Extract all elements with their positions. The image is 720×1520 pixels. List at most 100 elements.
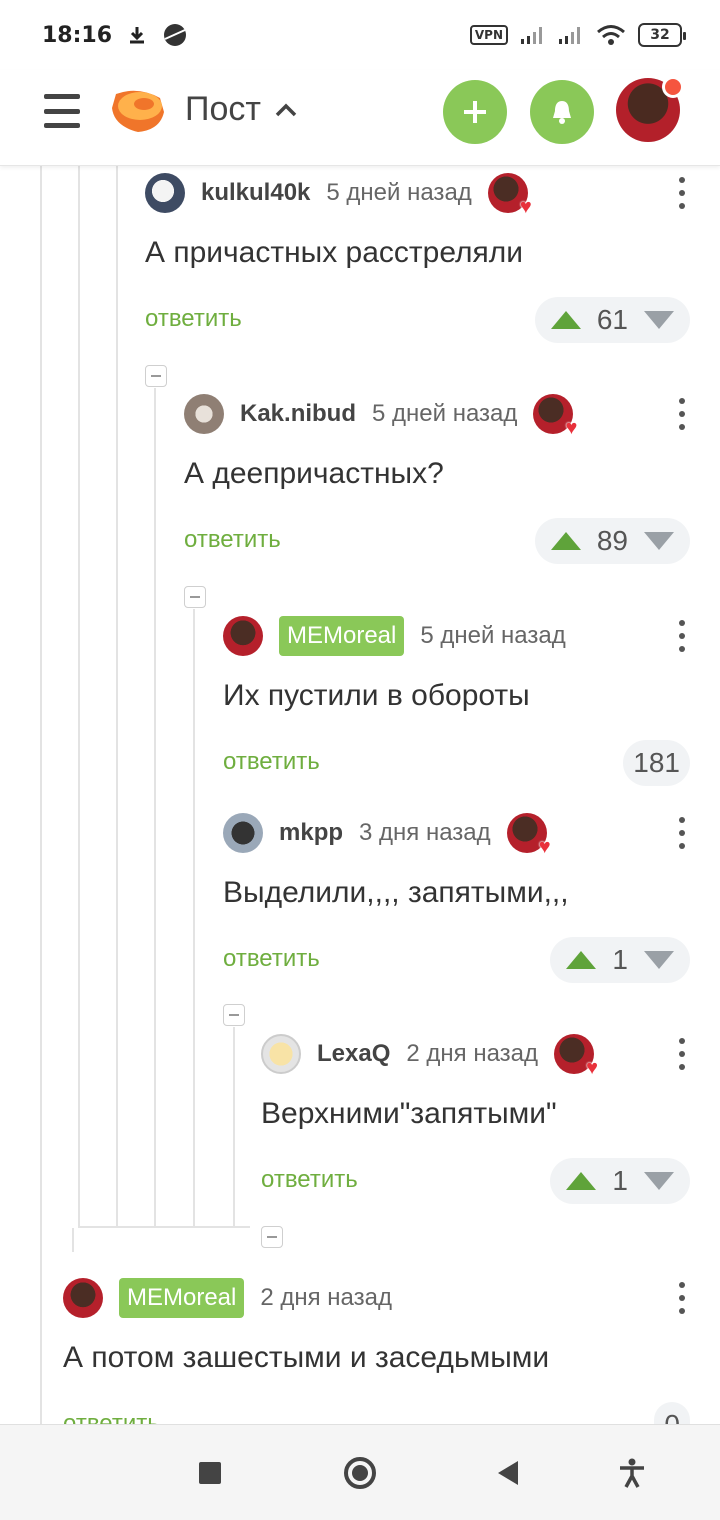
site-logo[interactable] <box>108 82 166 138</box>
reply-button[interactable]: ответить <box>184 526 281 554</box>
comment-header: MEMoreal 2 дня назад <box>63 1278 690 1318</box>
rating-count: 1 <box>612 944 628 975</box>
reply-button[interactable]: ответить <box>223 748 320 776</box>
upvote-icon[interactable] <box>566 1172 597 1190</box>
comment-header: MEMoreal 5 дней назад <box>223 616 690 656</box>
thread-line <box>193 609 195 1228</box>
rating-widget: 1 <box>550 1158 690 1204</box>
comment-author-badge[interactable]: MEMoreal <box>119 1278 245 1318</box>
rating-widget: 89 <box>534 518 690 564</box>
signal-icon <box>559 27 580 44</box>
comment-text: Верхними"запятыми" <box>261 1097 557 1130</box>
status-bar: 18:16 VPN 32 <box>0 0 720 70</box>
reply-button[interactable]: ответить <box>63 1410 160 1424</box>
comment-footer: ответить 1 <box>223 937 690 983</box>
more-options-icon[interactable] <box>674 173 690 213</box>
comment-time[interactable]: 5 дней назад <box>326 179 471 207</box>
thread-line <box>233 1027 235 1228</box>
comment-author[interactable]: Kak.nibud <box>240 400 356 428</box>
upvote-icon[interactable] <box>566 951 597 969</box>
title-toggle[interactable]: Пост <box>185 90 297 129</box>
system-nav-bar <box>0 1424 720 1520</box>
plus-icon <box>464 101 486 123</box>
download-icon <box>130 27 145 44</box>
accessibility-button[interactable] <box>612 1453 652 1493</box>
home-icon <box>344 1457 376 1489</box>
comment: mkpp 3 дня назад ♥ Выделили,,,, запятыми… <box>223 813 690 983</box>
comment-header: mkpp 3 дня назад ♥ <box>223 813 690 857</box>
back-button[interactable] <box>488 1453 528 1493</box>
notifications-button[interactable] <box>530 80 594 144</box>
more-options-icon[interactable] <box>674 1034 690 1074</box>
wifi-icon <box>597 25 625 45</box>
thread-line <box>78 1226 250 1228</box>
more-options-icon[interactable] <box>674 616 690 656</box>
signal-icon <box>521 27 542 44</box>
avatar[interactable] <box>184 394 224 434</box>
comment-time[interactable]: 5 дней назад <box>372 400 517 428</box>
comment-text: А деепричастных? <box>184 457 444 490</box>
more-options-icon[interactable] <box>674 813 690 853</box>
more-options-icon[interactable] <box>674 1278 690 1318</box>
comment-footer: ответить 181 <box>223 740 690 786</box>
hamburger-icon[interactable] <box>44 94 80 128</box>
collapse-thread-button[interactable] <box>223 1004 245 1026</box>
thread-line <box>72 1228 74 1252</box>
collapse-thread-button[interactable] <box>261 1226 283 1248</box>
comment-author[interactable]: kulkul40k <box>201 179 310 207</box>
comment-author-badge[interactable]: MEMoreal <box>279 616 405 656</box>
comment-header: LexaQ 2 дня назад ♥ <box>261 1034 690 1078</box>
back-icon <box>498 1461 518 1485</box>
comment-text: Выделили,,,, запятыми,,, <box>223 876 569 909</box>
avatar[interactable] <box>223 813 263 853</box>
comment-time[interactable]: 5 дней назад <box>420 622 565 650</box>
reply-button[interactable]: ответить <box>145 305 242 333</box>
thread-line <box>40 166 42 1424</box>
reply-button[interactable]: ответить <box>223 945 320 973</box>
planet-icon <box>164 24 187 46</box>
notification-dot <box>662 76 684 98</box>
comment-footer: ответить 0 <box>63 1402 690 1424</box>
comment-header: kulkul40k 5 дней назад ♥ <box>145 173 690 217</box>
vpn-indicator: VPN <box>469 25 508 45</box>
avatar[interactable] <box>63 1278 103 1318</box>
downvote-icon[interactable] <box>644 951 674 969</box>
user-avatar[interactable] <box>616 76 684 142</box>
heart-icon: ♥ <box>538 836 551 858</box>
home-button[interactable] <box>340 1453 380 1493</box>
collapse-thread-button[interactable] <box>145 365 167 387</box>
add-post-button[interactable] <box>443 80 507 144</box>
post-author-avatar: ♥ <box>554 1034 598 1078</box>
downvote-icon[interactable] <box>644 311 674 329</box>
more-options-icon[interactable] <box>674 394 690 434</box>
thread-line <box>154 388 156 1228</box>
rating-count: 0 <box>654 1402 690 1424</box>
avatar[interactable] <box>223 616 263 656</box>
avatar[interactable] <box>145 173 185 213</box>
comment-time[interactable]: 2 дня назад <box>260 1284 392 1312</box>
downvote-icon[interactable] <box>644 1172 674 1190</box>
post-author-avatar: ♥ <box>487 173 532 217</box>
comment-text: А потом зашестыми и заседьмыми <box>63 1341 550 1374</box>
downvote-icon[interactable] <box>644 532 674 550</box>
avatar[interactable] <box>261 1034 301 1074</box>
upvote-icon[interactable] <box>550 311 581 329</box>
page-title: Пост <box>185 90 261 128</box>
comment: kulkul40k 5 дней назад ♥ А причастных ра… <box>145 173 690 343</box>
comment-author[interactable]: LexaQ <box>317 1040 390 1068</box>
comment-text: А причастных расстреляли <box>145 236 524 269</box>
collapse-thread-button[interactable] <box>184 586 206 608</box>
rating-widget: 1 <box>550 937 690 983</box>
comment-time[interactable]: 2 дня назад <box>406 1040 538 1068</box>
comment-author[interactable]: mkpp <box>279 819 343 847</box>
thread-line <box>78 166 80 1228</box>
rating-count: 1 <box>612 1165 628 1196</box>
recents-button[interactable] <box>190 1453 230 1493</box>
comments-area: kulkul40k 5 дней назад ♥ А причастных ра… <box>0 166 720 1424</box>
app-header: Пост <box>0 70 720 166</box>
recents-icon <box>199 1462 221 1484</box>
comment-time[interactable]: 3 дня назад <box>359 819 491 847</box>
reply-button[interactable]: ответить <box>261 1166 358 1194</box>
upvote-icon[interactable] <box>550 532 581 550</box>
comment: LexaQ 2 дня назад ♥ Верхними"запятыми" о… <box>261 1034 690 1204</box>
